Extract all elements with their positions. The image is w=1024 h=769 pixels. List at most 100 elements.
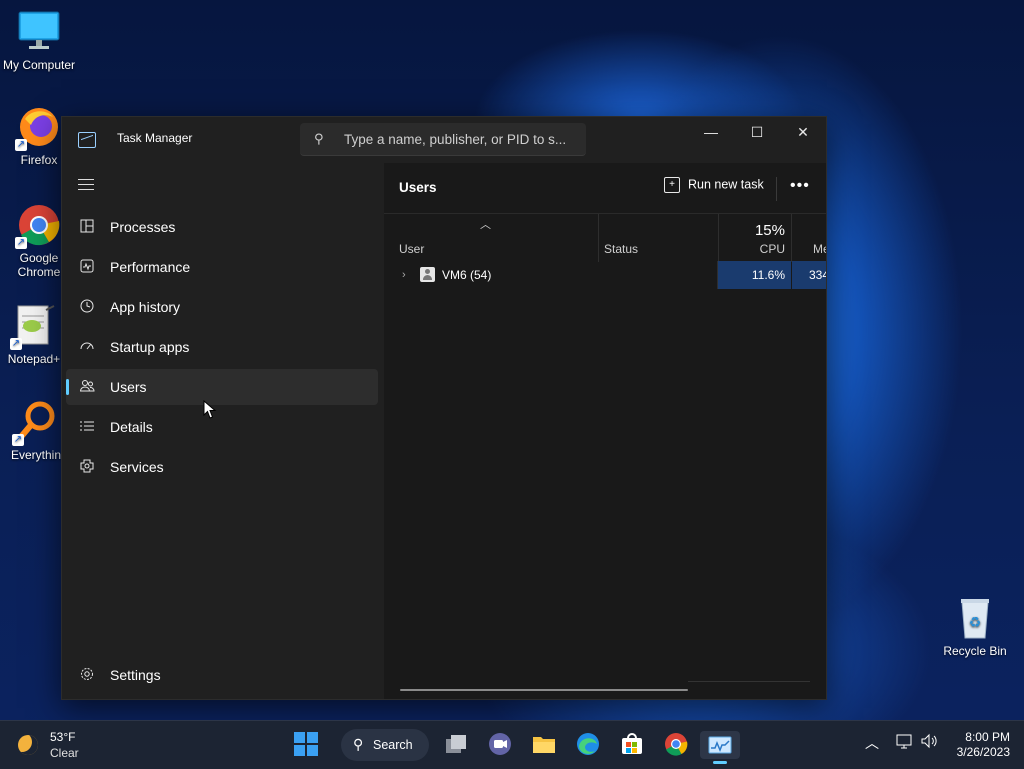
sidebar-item-label: Users [110,379,147,395]
file-explorer-button[interactable] [530,731,558,759]
sidebar-item-label: Processes [110,219,176,235]
task-manager-window: Task Manager ⚲ — ☐ ✕ Processes Performan… [61,116,827,700]
main-panel: Users + Run new task ••• ︿ User Status 15… [384,163,826,699]
task-manager-taskbar-button[interactable] [700,731,740,759]
title-bar[interactable]: Task Manager ⚲ — ☐ ✕ [62,117,826,163]
sidebar-item-details[interactable]: Details [66,409,378,445]
everything-search-icon: ↗ [12,400,58,446]
sidebar-item-label: App history [110,299,181,315]
sidebar-item-services[interactable]: Services [66,449,378,485]
task-view-icon [446,735,466,753]
sidebar-item-app-history[interactable]: App history [66,289,378,325]
taskbar-search-button[interactable]: ⚲ Search [341,729,429,761]
column-header-user[interactable]: ︿ User [384,214,599,262]
windows-logo-icon [294,732,318,756]
sidebar: Processes Performance App history Startu… [62,163,384,699]
store-icon [622,733,642,754]
shortcut-arrow-icon: ↗ [10,338,22,350]
svg-text:♻: ♻ [969,615,982,631]
column-label: Status [604,242,639,256]
start-button[interactable] [292,731,320,759]
user-memory: 334 [792,261,826,289]
active-app-indicator [713,761,727,764]
sidebar-item-performance[interactable]: Performance [66,249,378,285]
weather-condition: Clear [50,746,79,760]
column-label: User [399,242,425,256]
network-icon[interactable] [896,733,912,752]
chrome-taskbar-button[interactable] [662,731,690,759]
search-icon: ⚲ [353,736,364,752]
teams-chat-button[interactable] [486,731,514,759]
cpu-total-percent: 15% [754,222,785,239]
desktop-icon-my-computer[interactable]: My Computer [0,10,81,72]
column-header-status[interactable]: Status [598,214,719,262]
folder-icon [533,737,555,753]
microsoft-store-button[interactable] [618,731,646,759]
run-new-task-label: Run new task [688,177,764,192]
task-view-button[interactable] [442,731,470,759]
user-avatar-icon [420,267,435,282]
table-row[interactable]: › VM6 (54) 11.6% 334 [384,261,826,289]
sidebar-item-settings[interactable]: Settings [66,657,378,693]
sort-ascending-icon: ︿ [480,219,491,231]
shortcut-arrow-icon: ↗ [12,434,24,446]
search-box[interactable]: ⚲ [300,123,586,156]
hamburger-menu-icon[interactable] [78,179,94,191]
active-indicator [66,379,69,395]
clock-time: 8:00 PM [965,730,1010,744]
sidebar-item-label: Services [110,459,164,475]
desktop-icon-recycle-bin[interactable]: ♻ Recycle Bin [933,596,1017,658]
more-options-button[interactable]: ••• [790,177,812,195]
chrome-icon: ↗ [15,203,61,249]
sidebar-item-startup-apps[interactable]: Startup apps [66,329,378,365]
column-header-cpu[interactable]: 15% CPU [718,214,792,262]
firefox-icon: ↗ [15,105,61,151]
details-icon [78,418,96,436]
chevron-up-icon[interactable]: ︿ [865,733,879,753]
column-header-memory[interactable]: Me [791,214,826,262]
user-status [598,261,718,289]
gear-icon [78,666,96,684]
volume-icon[interactable] [920,733,938,752]
app-history-icon [78,298,96,316]
chrome-icon [665,733,688,756]
horizontal-scrollbar-track [688,681,810,682]
edge-button[interactable] [574,731,602,759]
close-button[interactable]: ✕ [780,117,826,147]
sidebar-item-processes[interactable]: Processes [66,209,378,245]
search-icon: ⚲ [314,131,324,146]
task-manager-icon [708,736,732,754]
weather-temperature: 53°F [50,730,76,744]
task-manager-app-icon [78,132,96,148]
moon-icon [18,735,38,755]
desktop-icon-label: My Computer [2,58,76,72]
sidebar-item-label: Details [110,419,153,435]
horizontal-scrollbar[interactable] [400,689,688,691]
sidebar-item-users[interactable]: Users [66,369,378,405]
user-name: VM6 (54) [442,268,492,282]
sidebar-item-label: Performance [110,259,191,275]
edge-icon [577,733,599,755]
column-label: Me [813,242,826,256]
run-new-task-button[interactable]: + Run new task [664,177,764,201]
performance-icon [78,258,96,276]
shortcut-arrow-icon: ↗ [15,139,27,151]
shortcut-arrow-icon: ↗ [15,237,27,249]
table-header: ︿ User Status 15% CPU Me [384,213,826,262]
recycle-bin-icon: ♻ [953,596,997,640]
system-clock[interactable]: 8:00 PM 3/26/2023 [957,730,1010,760]
processes-icon [78,218,96,236]
maximize-button[interactable]: ☐ [734,117,780,147]
teams-chat-icon [489,733,511,755]
run-new-task-icon: + [664,177,680,193]
window-title: Task Manager [117,131,193,145]
sidebar-item-label: Startup apps [110,339,190,355]
weather-widget[interactable]: 53°F Clear [18,729,138,761]
desktop-icon-label: Recycle Bin [943,644,1007,658]
monitor-icon [17,10,61,54]
search-input[interactable] [344,127,578,151]
chevron-right-icon[interactable]: › [402,261,406,289]
minimize-button[interactable]: — [688,117,734,147]
clock-date: 3/26/2023 [956,745,1010,759]
startup-apps-icon [78,338,96,356]
